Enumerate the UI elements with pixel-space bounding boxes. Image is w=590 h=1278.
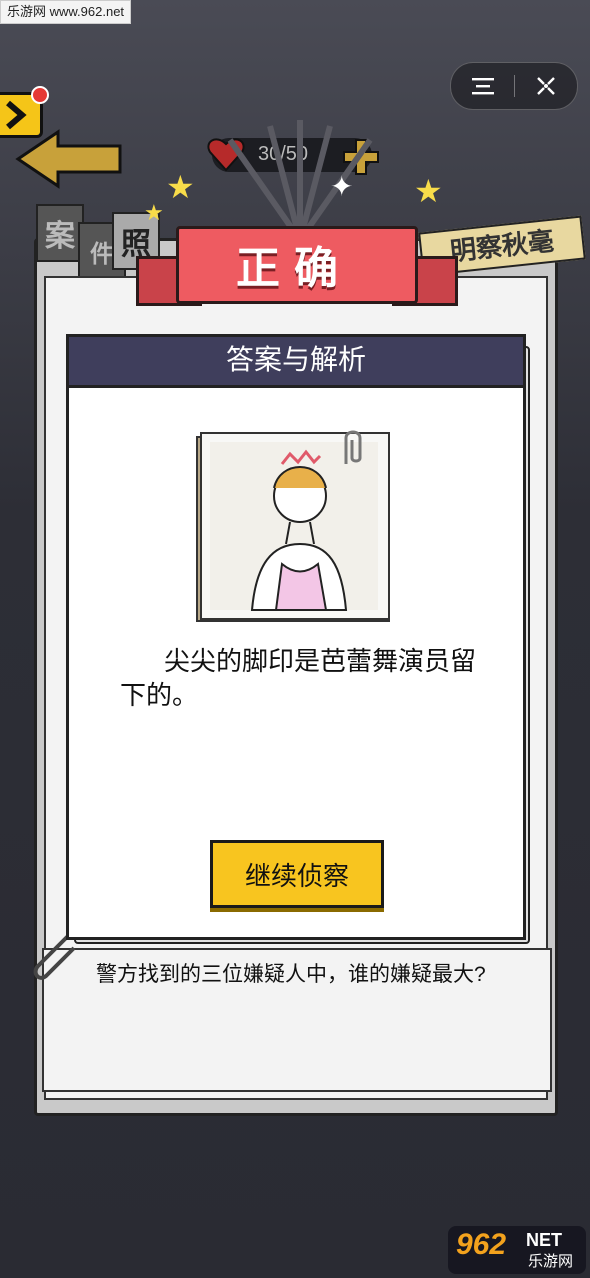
result-text: 正确 [236, 244, 352, 293]
mini-program-capsule [450, 62, 578, 110]
menu-icon [471, 78, 494, 95]
sparkle-icon: ✦ [330, 171, 354, 202]
photo-clip-icon [344, 430, 362, 464]
continue-button[interactable]: 继续侦察 [210, 840, 384, 908]
menu-button[interactable] [451, 63, 514, 109]
close-target-icon [536, 77, 555, 95]
watermark-top: 乐游网 www.962.net [0, 0, 132, 24]
star-icon: ★ [166, 169, 195, 205]
close-button[interactable] [514, 63, 577, 109]
answer-explanation: 尖尖的脚印是芭蕾舞演员留下的。 [120, 644, 480, 712]
watermark-bottom: 962 NET 乐游网 [448, 1226, 586, 1274]
star-icon: ★ [144, 200, 164, 225]
answer-text: 尖尖的脚印是芭蕾舞演员留下的。 [120, 646, 477, 710]
question-text: 警方找到的三位嫌疑人中，谁的嫌疑最大? [96, 963, 486, 986]
dialog-title: 答案与解析 [225, 344, 366, 375]
star-icon: ★ [414, 173, 443, 209]
notification-dot [31, 86, 49, 104]
back-arrow-icon[interactable] [14, 128, 126, 190]
burst-rays [227, 120, 373, 240]
tab-case[interactable]: 案 [36, 204, 84, 262]
